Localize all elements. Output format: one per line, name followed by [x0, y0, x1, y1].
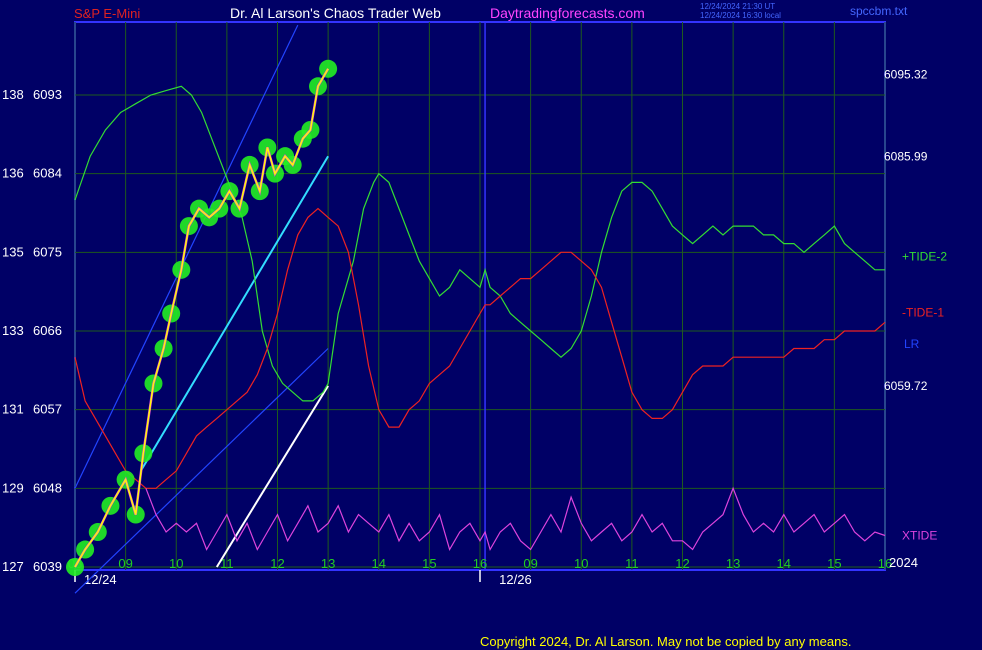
x-tick-label: 10 — [574, 556, 588, 571]
y-tick-code: 133 — [2, 323, 24, 338]
x-year-label: 2024 — [889, 555, 918, 570]
y-tick-price: 6039 — [33, 559, 62, 574]
series-layer — [66, 24, 886, 594]
right-price-label: 6059.72 — [884, 379, 928, 393]
x-tick-label: 09 — [118, 556, 132, 571]
timestamp-ut: 12/24/2024 21:30 UT — [700, 2, 775, 11]
chart-canvas: 127 6039 129 6048 131 6057 133 6066 135 6075 136 60… — [2, 2, 947, 594]
x-tick-label: 12 — [270, 556, 284, 571]
x-tick-label: 09 — [523, 556, 537, 571]
y-tick-price: 6084 — [33, 166, 62, 181]
legend: +TIDE-2 -TIDE-1 LR XTIDE — [902, 250, 947, 543]
x-tick-label: 13 — [726, 556, 740, 571]
x-tick-label: 12 — [675, 556, 689, 571]
instrument-title: S&P E-Mini — [74, 6, 140, 21]
x-tick-label: 14 — [372, 556, 386, 571]
timestamp-local: 12/24/2024 16:30 local — [700, 11, 781, 20]
price-band-dot — [319, 59, 338, 78]
trend-line — [215, 385, 329, 568]
y-tick-code: 131 — [2, 402, 24, 417]
x-tick-label: 14 — [777, 556, 791, 571]
trend-line — [74, 348, 329, 594]
y-tick-code: 127 — [2, 559, 24, 574]
site-link[interactable]: Daytradingforecasts.com — [490, 5, 645, 21]
right-price-label: 6095.32 — [884, 68, 928, 82]
x-tick-label: 10 — [169, 556, 183, 571]
copyright-notice: Copyright 2024, Dr. Al Larson. May not b… — [480, 634, 852, 649]
x-tick-label: 15 — [827, 556, 841, 571]
legend-entry: XTIDE — [902, 529, 937, 543]
x-tick-label: 11 — [625, 556, 639, 571]
y-tick-code: 129 — [2, 480, 24, 495]
x-tick-label: 15 — [422, 556, 436, 571]
y-tick-price: 6066 — [33, 323, 62, 338]
y-tick-price: 6057 — [33, 402, 62, 417]
legend-entry: LR — [904, 337, 920, 351]
legend-entry: +TIDE-2 — [902, 250, 947, 264]
y-tick-code: 136 — [2, 166, 24, 181]
right-price-label: 6085.99 — [884, 149, 928, 163]
y-axis-labels: 127 6039 129 6048 131 6057 133 6066 135 6075 136 60… — [2, 87, 62, 574]
series-line — [145, 486, 886, 552]
date-label: 12/26 — [499, 572, 532, 587]
data-file-name: spccbm.txt — [850, 4, 908, 18]
y-tick-price: 6075 — [33, 244, 62, 259]
y-tick-code: 138 — [2, 87, 24, 102]
author-title: Dr. Al Larson's Chaos Trader Web — [230, 5, 441, 21]
y-tick-price: 6048 — [33, 480, 62, 495]
price-line — [74, 68, 329, 568]
x-tick-label: 13 — [321, 556, 335, 571]
x-tick-label: 16 — [473, 556, 487, 571]
legend-entry: -TIDE-1 — [902, 306, 944, 320]
price-volatility-line — [73, 68, 330, 568]
y-tick-code: 135 — [2, 244, 24, 259]
y-tick-price: 6093 — [33, 87, 62, 102]
